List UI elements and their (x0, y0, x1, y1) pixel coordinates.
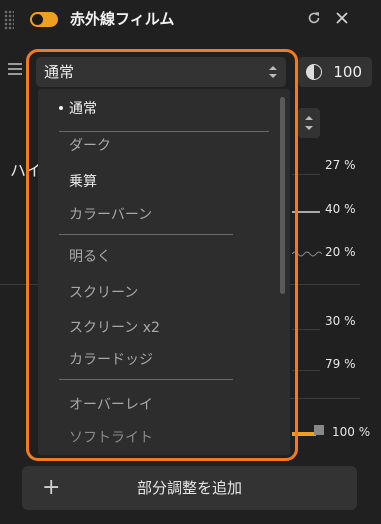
opacity-icon (306, 64, 322, 80)
updown-arrow-icon (269, 66, 277, 78)
blend-mode-dropdown[interactable]: 通常 ダーク 乗算 カラーバーン 明るく スクリーン スクリーン x2 カラード… (38, 89, 290, 455)
section-label: ハイ (10, 161, 42, 180)
add-local-adjustment-button[interactable]: + 部分調整を追加 (22, 466, 357, 510)
add-local-adjustment-label: 部分調整を追加 (136, 479, 242, 497)
divider (0, 284, 38, 285)
dropdown-separator (59, 234, 233, 235)
slider-track[interactable] (292, 329, 320, 330)
panel-title: 赤外線フィルム (70, 10, 175, 28)
stepper-button[interactable] (298, 108, 320, 138)
opacity-field[interactable]: 100 (298, 57, 372, 87)
dropdown-item-normal[interactable]: 通常 (69, 100, 97, 118)
blend-mode-select[interactable]: 通常 (36, 57, 286, 87)
dropdown-item-color-burn[interactable]: カラーバーン (69, 206, 152, 224)
divider (290, 284, 360, 285)
value-100: 100 % (332, 425, 371, 439)
divider (290, 398, 360, 399)
dropdown-item-screen-x2[interactable]: スクリーン x2 (69, 319, 160, 337)
wave-curve-icon (292, 251, 322, 257)
slider-fill[interactable] (292, 432, 316, 436)
slider-track[interactable] (292, 370, 320, 371)
dropdown-item-darken[interactable]: ダーク (69, 137, 111, 155)
close-icon[interactable] (332, 8, 352, 28)
dropdown-item-soft-light[interactable]: ソフトライト (69, 429, 153, 447)
dropdown-item-lighten[interactable]: 明るく (69, 248, 111, 266)
opacity-value: 100 (333, 63, 362, 81)
menu-icon[interactable] (8, 63, 22, 75)
dropdown-scrollbar[interactable] (280, 97, 285, 294)
drag-handle-icon[interactable] (4, 10, 14, 30)
slider-track[interactable] (292, 211, 320, 213)
dropdown-separator (59, 379, 233, 380)
value-30: 30 % (325, 314, 356, 328)
value-79: 79 % (325, 357, 356, 371)
dropdown-separator (59, 131, 269, 132)
dropdown-item-color-dodge[interactable]: カラードッジ (69, 351, 153, 369)
value-20: 20 % (325, 245, 356, 259)
blend-mode-value: 通常 (44, 63, 75, 81)
selected-bullet-icon (59, 106, 63, 110)
value-40: 40 % (325, 202, 356, 216)
dropdown-item-multiply[interactable]: 乗算 (69, 173, 97, 191)
slider-thumb[interactable] (314, 425, 324, 435)
reset-icon[interactable] (304, 8, 324, 28)
dropdown-item-overlay[interactable]: オーバーレイ (69, 396, 153, 414)
toggle-knob (32, 14, 43, 25)
enable-toggle[interactable] (30, 12, 58, 27)
value-27: 27 % (325, 158, 356, 172)
dropdown-item-screen[interactable]: スクリーン (69, 284, 138, 302)
slider-track[interactable] (292, 174, 320, 175)
